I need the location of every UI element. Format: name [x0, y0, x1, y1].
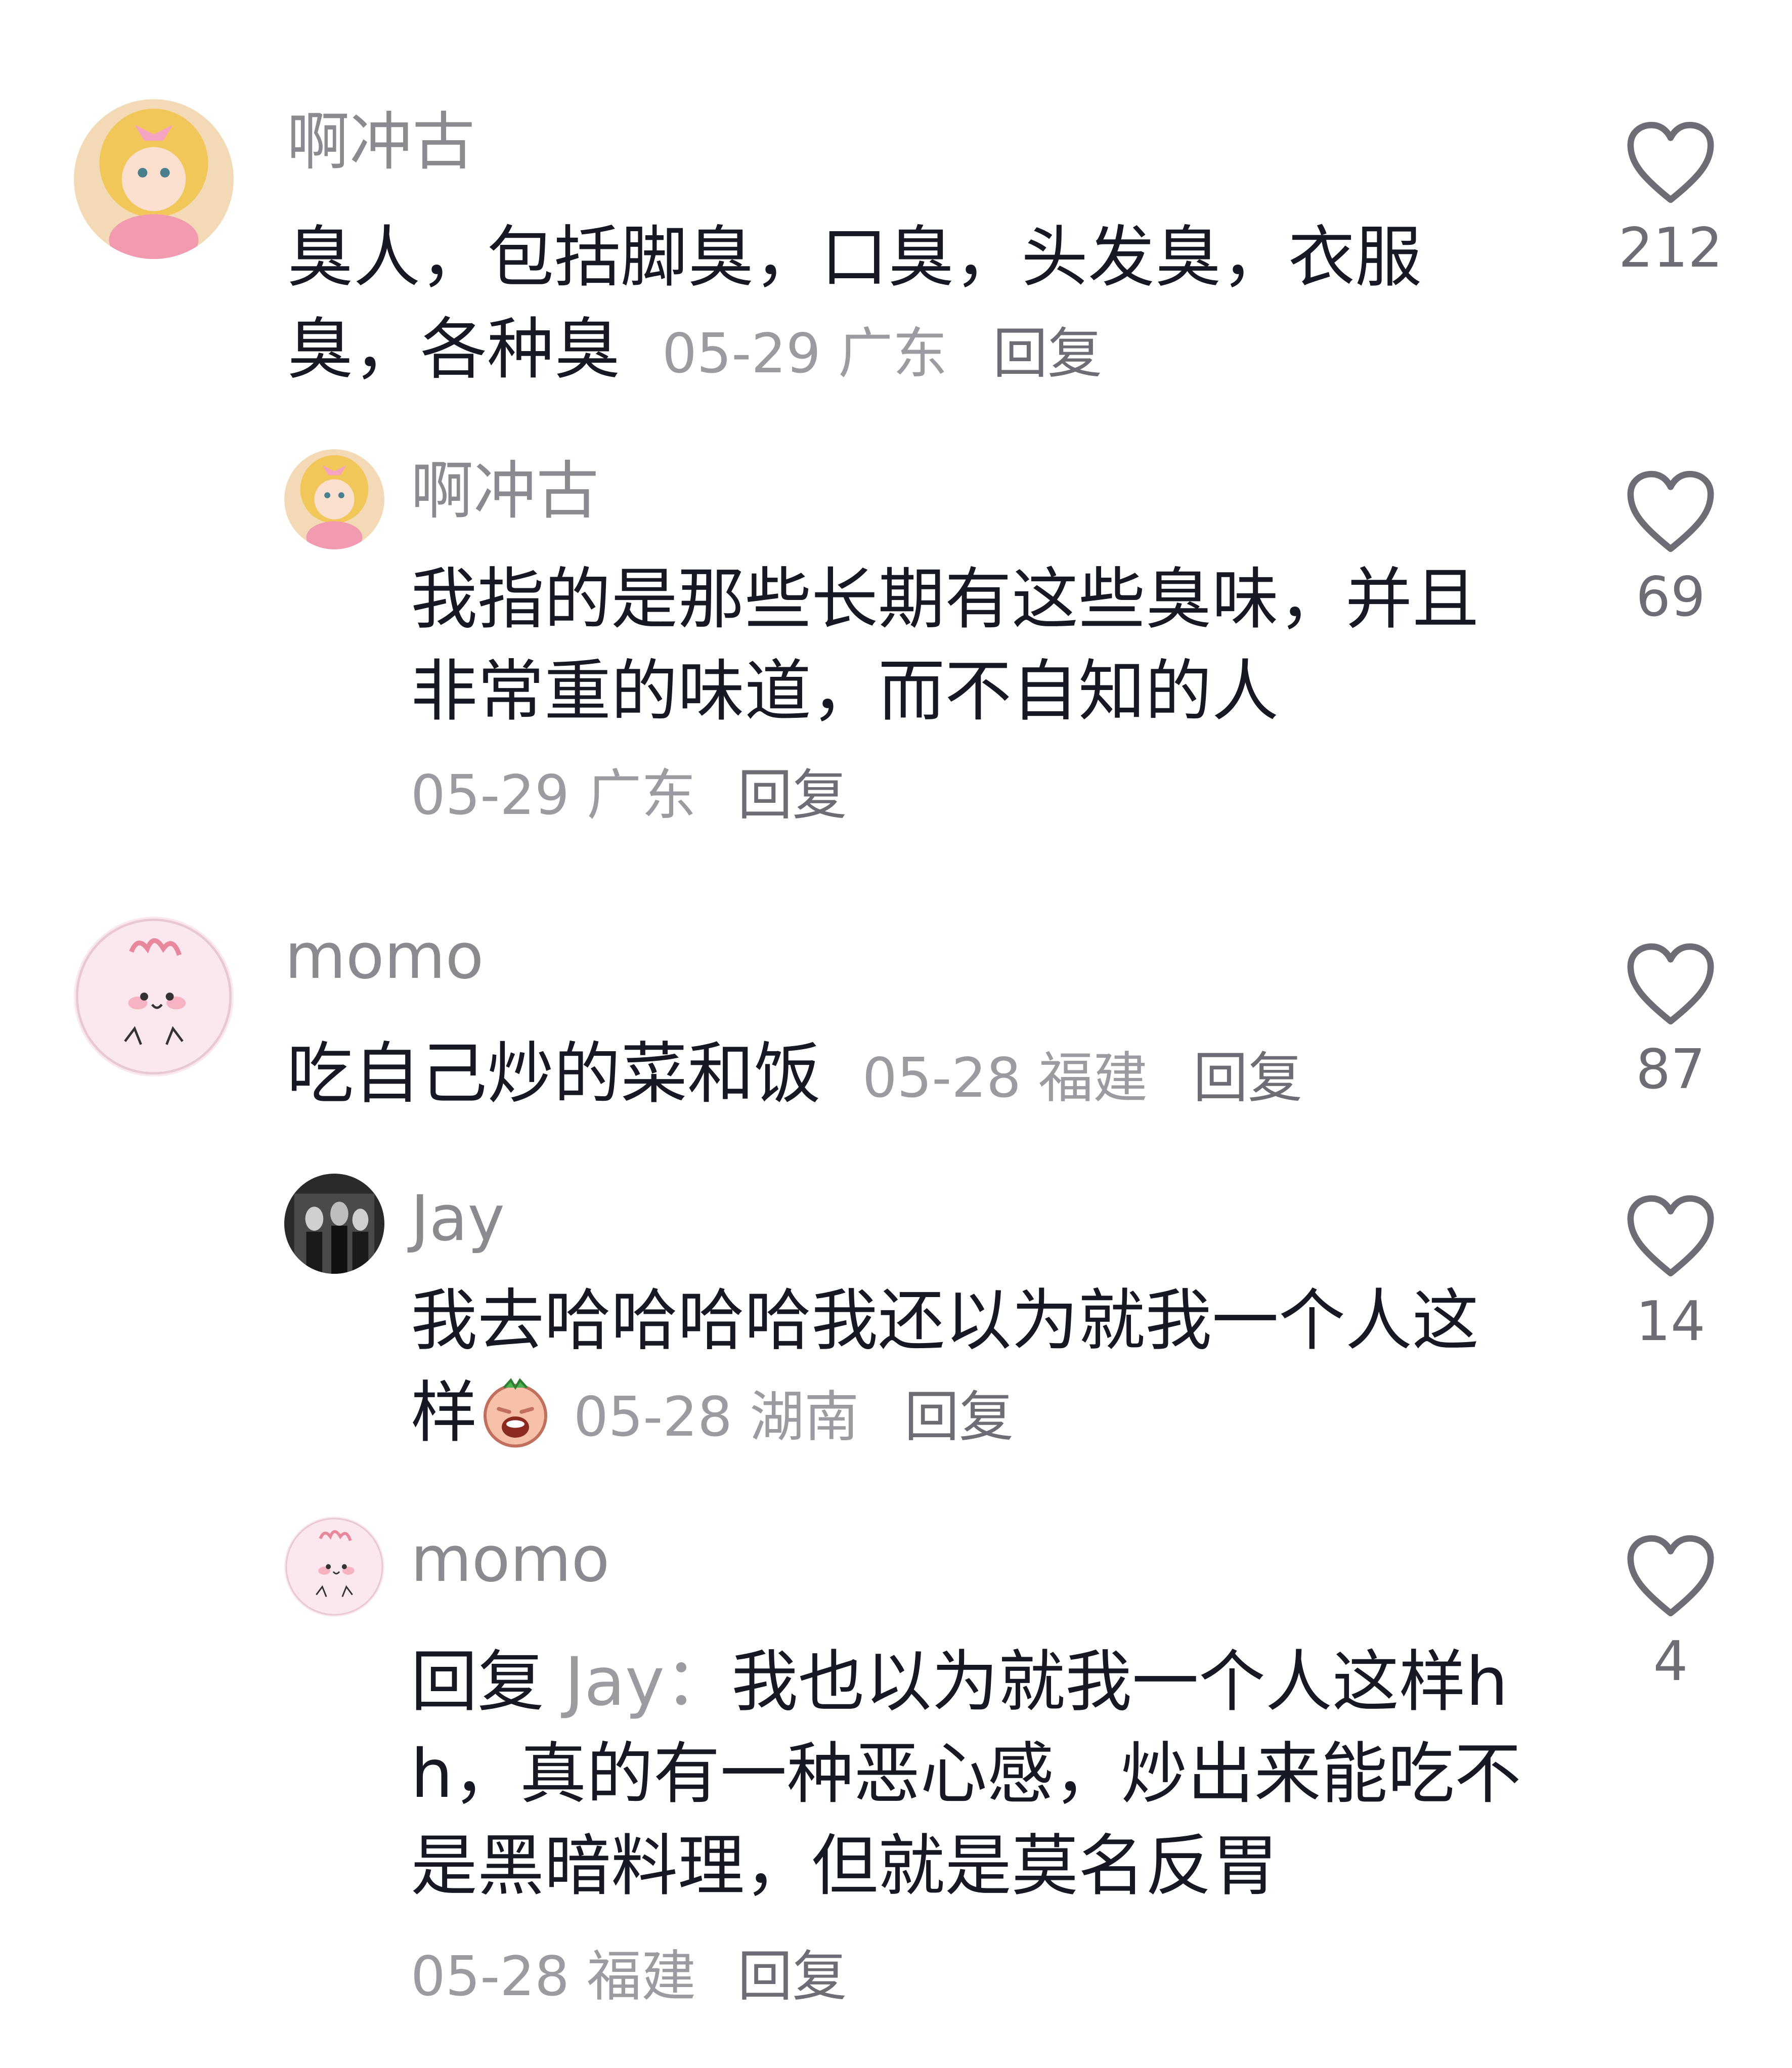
username[interactable]: 啊冲古	[411, 453, 599, 529]
comment-date-location: 05-28 福建	[862, 1047, 1148, 1110]
heart-outline-icon	[1627, 943, 1714, 1025]
username[interactable]: 啊冲古	[287, 104, 475, 180]
comment-item: momo 吃自己炒的菜和饭 05-28 福建 回复 87	[0, 890, 1792, 1164]
like-button[interactable]: 14	[1612, 1193, 1729, 1355]
avatar[interactable]	[74, 99, 234, 259]
like-count: 212	[1618, 217, 1723, 280]
username[interactable]: momo	[285, 919, 484, 995]
comment-reply-item: Jay 我去哈哈哈哈我还以为就我一个人这样 05-28 湖南 回复 14	[0, 1164, 1792, 1507]
like-count: 69	[1636, 566, 1706, 629]
comment-body: 我指的是那些长期有这些臭味，并且非常重的味道，而不自知的人	[411, 561, 1479, 730]
comment-text: 回复 Jay：我也以为就我一个人这样hh，真的有一种恶心感，炒出来能吃不是黑暗料理…	[411, 1636, 1544, 1912]
reply-button[interactable]: 回复	[1193, 1047, 1302, 1110]
comment-text: 我去哈哈哈哈我还以为就我一个人这样 05-28 湖南 回复	[411, 1275, 1544, 1463]
heart-outline-icon	[1627, 470, 1714, 552]
reply-button[interactable]: 回复	[738, 1945, 847, 2008]
like-button[interactable]: 87	[1612, 941, 1729, 1103]
comment-text: 臭人，包括脚臭，口臭，头发臭，衣服臭，各种臭 05-29 广东 回复	[287, 211, 1551, 400]
comment-reply-item: 啊冲古 我指的是那些长期有这些臭味，并且非常重的味道，而不自知的人 05-29 …	[0, 435, 1792, 890]
like-button[interactable]: 212	[1612, 119, 1729, 281]
avatar[interactable]	[284, 1517, 384, 1617]
heart-outline-icon	[1627, 121, 1714, 203]
comment-meta: 05-28 福建 回复	[411, 1942, 847, 2012]
comment-date-location: 05-29 广东	[411, 764, 696, 827]
reply-target-username[interactable]: Jay：	[564, 1643, 731, 1721]
comment-body: 吃自己炒的菜和饭	[287, 1035, 821, 1113]
username[interactable]: momo	[411, 1522, 609, 1598]
comment-date-location: 05-28 湖南	[574, 1386, 859, 1449]
comment-item: 啊冲古 臭人，包括脚臭，口臭，头发臭，衣服臭，各种臭 05-29 广东 回复 2…	[0, 0, 1792, 435]
like-count: 14	[1636, 1290, 1706, 1353]
like-button[interactable]: 4	[1612, 1533, 1729, 1695]
reply-button[interactable]: 回复	[993, 322, 1102, 385]
like-button[interactable]: 69	[1612, 468, 1729, 630]
crying-face-emoji-icon	[484, 1378, 547, 1448]
heart-outline-icon	[1627, 1195, 1714, 1277]
heart-outline-icon	[1627, 1535, 1714, 1617]
like-count: 4	[1653, 1630, 1688, 1693]
username[interactable]: Jay	[411, 1181, 505, 1257]
like-count: 87	[1636, 1038, 1706, 1101]
avatar[interactable]	[74, 917, 234, 1076]
reply-prefix: 回复	[411, 1643, 544, 1721]
comment-date-location: 05-29 广东	[662, 322, 948, 385]
comment-meta: 05-29 广东 回复	[411, 760, 847, 831]
comment-text: 吃自己炒的菜和饭 05-28 福建 回复	[287, 1028, 1551, 1125]
comment-date-location: 05-28 福建	[411, 1945, 696, 2008]
comment-reply-item: momo 回复 Jay：我也以为就我一个人这样hh，真的有一种恶心感，炒出来能吃不…	[0, 1507, 1792, 2068]
avatar[interactable]	[284, 1174, 384, 1274]
avatar[interactable]	[284, 449, 384, 549]
reply-button[interactable]: 回复	[904, 1386, 1014, 1449]
reply-button[interactable]: 回复	[738, 764, 847, 827]
